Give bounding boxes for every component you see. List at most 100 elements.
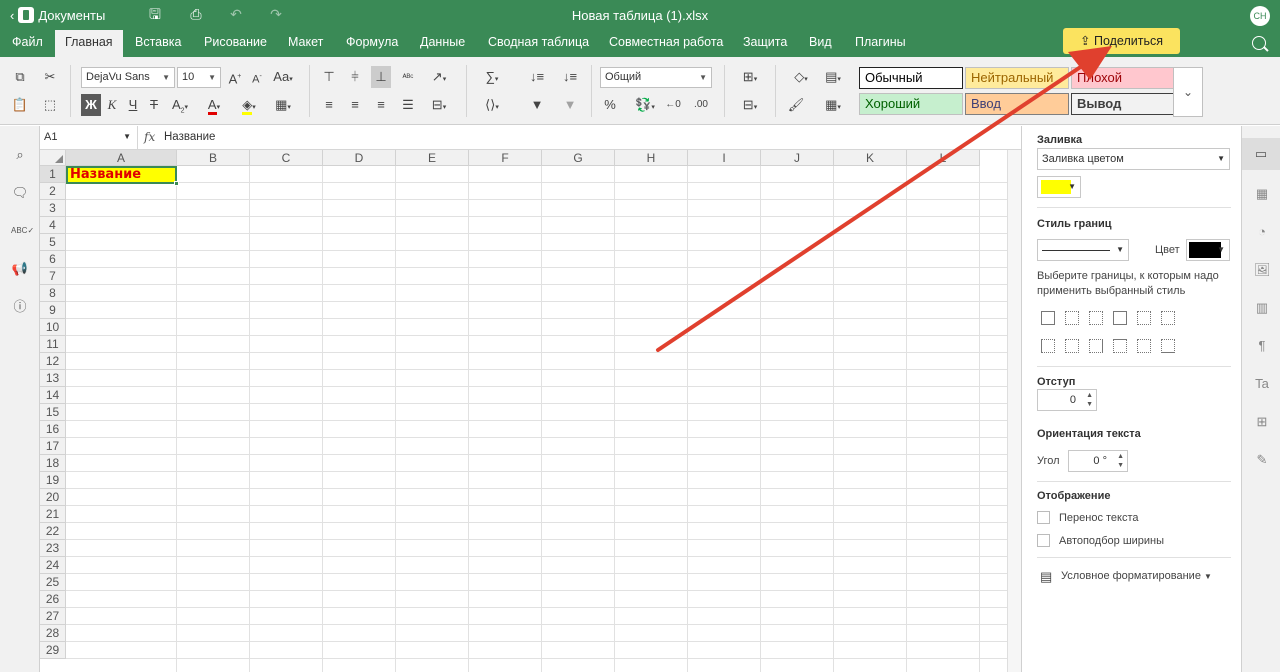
row-header[interactable]: 12: [40, 353, 66, 370]
insert-cells-icon[interactable]: ⊞▾: [735, 66, 765, 88]
cell-grid[interactable]: [66, 166, 1007, 672]
share-button[interactable]: ⇪ Поделиться: [1063, 28, 1180, 54]
column-header[interactable]: B: [177, 150, 250, 166]
spreadsheet-grid[interactable]: ABCDEFGHIJKL 1 2 3 4 5 6 7 8 9 10 11 12 13 14 15 16 17 18…: [40, 150, 1007, 672]
row-header[interactable]: 21: [40, 506, 66, 523]
border-line-select[interactable]: ▼: [1037, 239, 1129, 261]
align-center-icon[interactable]: ≡: [346, 94, 364, 116]
row-header[interactable]: 5: [40, 234, 66, 251]
row-header[interactable]: 3: [40, 200, 66, 217]
pivot-settings-icon[interactable]: ⊞: [1254, 414, 1270, 430]
conditional-format-button[interactable]: Условное форматирование ▼: [1061, 570, 1212, 582]
vertical-scrollbar[interactable]: [1007, 150, 1021, 672]
row-header[interactable]: 9: [40, 302, 66, 319]
insert-function-icon[interactable]: ⟨⟩▾: [477, 94, 507, 116]
decrease-decimal-icon[interactable]: ←0: [664, 94, 682, 116]
function-icon[interactable]: fx: [144, 126, 155, 149]
wrap-text-checkbox[interactable]: [1037, 511, 1050, 524]
shape-settings-icon[interactable]: ◔: [1254, 224, 1270, 240]
row-header[interactable]: 6: [40, 251, 66, 268]
no-borders-icon[interactable]: [1065, 311, 1079, 325]
signature-icon[interactable]: ✎: [1254, 452, 1270, 468]
tab-plugins[interactable]: Плагины: [845, 30, 916, 57]
tab-insert[interactable]: Вставка: [125, 30, 191, 57]
cell-name-box[interactable]: A1 ▼: [40, 126, 138, 149]
row-header[interactable]: 22: [40, 523, 66, 540]
align-right-icon[interactable]: ≡: [371, 94, 391, 116]
border-color-picker[interactable]: ▼: [1186, 239, 1230, 261]
right-border-icon[interactable]: [1089, 339, 1103, 353]
row-header[interactable]: 1: [40, 166, 66, 183]
align-middle-icon[interactable]: ⫩: [346, 66, 364, 88]
sort-ascending-icon[interactable]: ↓≡: [527, 66, 547, 88]
align-bottom-icon[interactable]: ⊥: [371, 66, 391, 88]
column-header[interactable]: K: [834, 150, 907, 166]
font-color-icon[interactable]: A▾: [200, 94, 228, 116]
angle-stepper[interactable]: 0 ° ▲ ▼: [1068, 450, 1128, 472]
style-output[interactable]: Вывод: [1071, 93, 1175, 115]
column-header[interactable]: L: [907, 150, 980, 166]
fill-color-picker[interactable]: ▼: [1037, 176, 1081, 198]
search-icon[interactable]: [1252, 36, 1266, 50]
row-header[interactable]: 25: [40, 574, 66, 591]
table-settings-icon[interactable]: ▦: [1254, 186, 1270, 202]
italic-button[interactable]: К: [104, 94, 120, 116]
diagonal-down-icon[interactable]: [1161, 311, 1175, 325]
row-header[interactable]: 11: [40, 336, 66, 353]
indent-stepper[interactable]: 0 ▲ ▼: [1037, 389, 1097, 411]
row-header[interactable]: 8: [40, 285, 66, 302]
column-header[interactable]: C: [250, 150, 323, 166]
wrap-text-icon[interactable]: ᴬᴮᶜ: [398, 66, 418, 88]
tab-protection[interactable]: Защита: [733, 30, 797, 57]
column-header[interactable]: I: [688, 150, 761, 166]
left-border-icon[interactable]: [1041, 339, 1055, 353]
row-header[interactable]: 17: [40, 438, 66, 455]
style-normal[interactable]: Обычный: [859, 67, 963, 89]
bold-button[interactable]: Ж: [81, 94, 101, 116]
format-as-table-icon[interactable]: ▤▾: [818, 66, 848, 88]
tab-home[interactable]: Главная: [55, 30, 123, 57]
column-header[interactable]: F: [469, 150, 542, 166]
justify-icon[interactable]: ☰: [398, 94, 418, 116]
tab-file[interactable]: Файл: [2, 30, 53, 57]
paste-icon[interactable]: 📋: [10, 94, 30, 116]
select-all-icon[interactable]: ⬚: [40, 94, 60, 116]
font-size-select[interactable]: 10 ▼: [177, 67, 221, 88]
change-case-icon[interactable]: Aa▾: [270, 66, 296, 88]
tab-data[interactable]: Данные: [410, 30, 475, 57]
underline-button[interactable]: Ч: [125, 94, 141, 116]
search-icon[interactable]: ⌕: [11, 146, 29, 164]
fill-handle[interactable]: [174, 181, 179, 186]
avatar[interactable]: СН: [1250, 6, 1270, 26]
row-header[interactable]: 10: [40, 319, 66, 336]
select-all-corner[interactable]: [40, 150, 66, 166]
diagonal-up-icon[interactable]: [1137, 311, 1151, 325]
row-header[interactable]: 18: [40, 455, 66, 472]
row-header[interactable]: 4: [40, 217, 66, 234]
table-template-icon[interactable]: ▦▾: [818, 94, 848, 116]
autofit-checkbox[interactable]: [1037, 534, 1050, 547]
cell-settings-icon[interactable]: ▭: [1242, 138, 1280, 170]
row-header[interactable]: 19: [40, 472, 66, 489]
text-art-icon[interactable]: Ta: [1254, 376, 1270, 392]
fill-color-icon[interactable]: ◈▾: [234, 94, 264, 116]
stepper-arrows-icon[interactable]: ▲ ▼: [1086, 391, 1093, 409]
number-format-select[interactable]: Общий ▼: [600, 67, 712, 88]
borders-icon[interactable]: ▦▾: [268, 94, 298, 116]
row-header[interactable]: 14: [40, 387, 66, 404]
stepper-arrows-icon[interactable]: ▲ ▼: [1117, 452, 1124, 470]
increase-decimal-icon[interactable]: .00: [692, 94, 710, 116]
style-good[interactable]: Хороший: [859, 93, 963, 115]
font-name-select[interactable]: DejaVu Sans ▼: [81, 67, 175, 88]
style-bad[interactable]: Плохой: [1071, 67, 1175, 89]
feedback-icon[interactable]: 📢: [11, 260, 29, 278]
sort-descending-icon[interactable]: ↓≡: [560, 66, 580, 88]
increase-font-icon[interactable]: A+: [226, 66, 244, 88]
percent-button[interactable]: %: [602, 94, 618, 116]
inner-borders-icon[interactable]: [1089, 311, 1103, 325]
clear-icon[interactable]: ◇▾: [786, 66, 816, 88]
style-input[interactable]: Ввод: [965, 93, 1069, 115]
tab-collaboration[interactable]: Совместная работа: [599, 30, 733, 57]
delete-cells-icon[interactable]: ⊟▾: [735, 94, 765, 116]
row-header[interactable]: 15: [40, 404, 66, 421]
